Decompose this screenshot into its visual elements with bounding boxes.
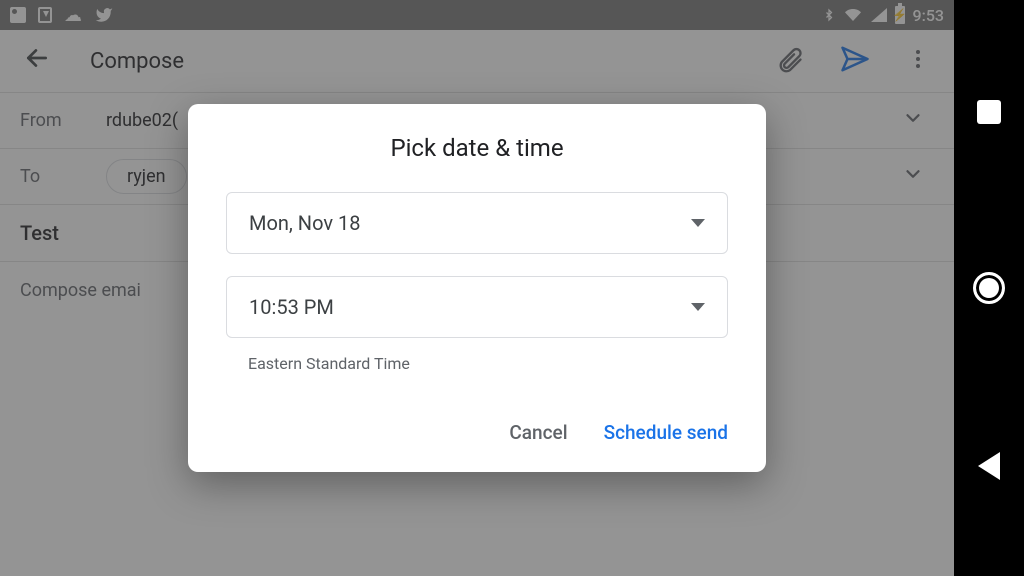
dialog-title: Pick date & time bbox=[226, 134, 728, 162]
date-value: Mon, Nov 18 bbox=[249, 211, 360, 235]
time-value: 10:53 PM bbox=[249, 295, 334, 319]
dropdown-caret-icon bbox=[691, 303, 705, 311]
dropdown-caret-icon bbox=[691, 219, 705, 227]
recents-nav-icon[interactable] bbox=[977, 100, 1001, 124]
screen: ☁ ⚡ 9:53 bbox=[0, 0, 1024, 576]
schedule-send-button[interactable]: Schedule send bbox=[604, 421, 728, 444]
dialog-actions: Cancel Schedule send bbox=[226, 421, 728, 444]
cancel-button[interactable]: Cancel bbox=[509, 421, 567, 444]
schedule-send-dialog: Pick date & time Mon, Nov 18 10:53 PM Ea… bbox=[188, 104, 766, 472]
back-nav-icon[interactable] bbox=[978, 452, 1000, 480]
system-nav-bar bbox=[954, 0, 1024, 576]
date-select[interactable]: Mon, Nov 18 bbox=[226, 192, 728, 254]
content-area: ☁ ⚡ 9:53 bbox=[0, 0, 954, 576]
home-nav-icon[interactable] bbox=[973, 272, 1005, 304]
timezone-label: Eastern Standard Time bbox=[248, 354, 728, 373]
time-select[interactable]: 10:53 PM bbox=[226, 276, 728, 338]
